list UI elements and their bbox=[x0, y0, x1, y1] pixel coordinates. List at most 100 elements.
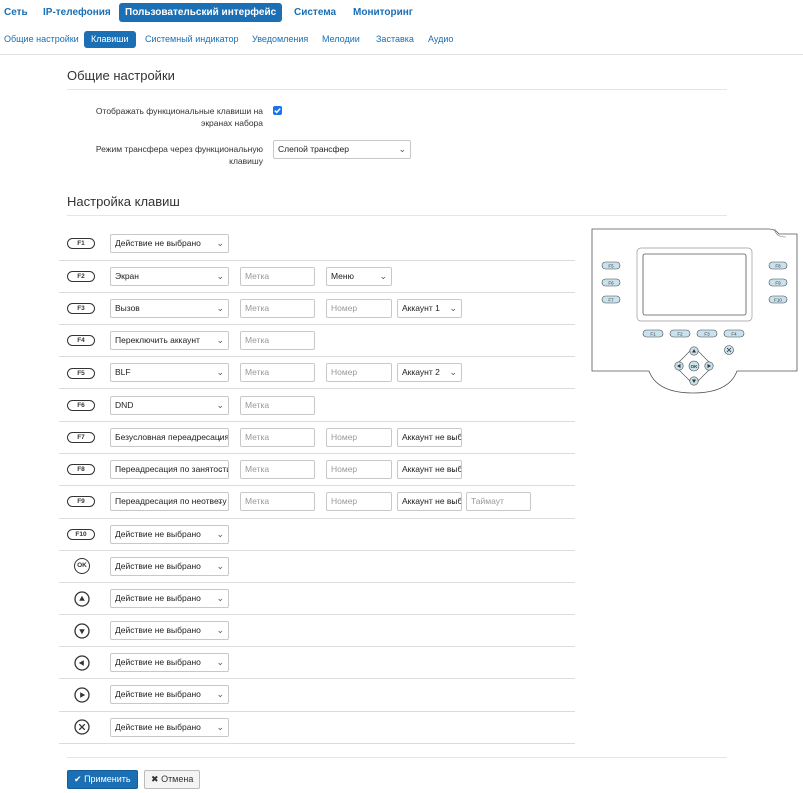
key-f4-label-input[interactable]: Метка bbox=[240, 331, 315, 350]
key-f7-label-input[interactable]: Метка bbox=[240, 428, 315, 447]
chevron-down-icon: ⌄ bbox=[216, 657, 224, 667]
key-settings-title: Настройка клавиш bbox=[67, 194, 180, 209]
key-f2-screen-value: Меню bbox=[331, 271, 354, 281]
chevron-down-icon: ⌄ bbox=[449, 367, 457, 377]
row-divider bbox=[59, 518, 575, 519]
chevron-down-icon: ⌄ bbox=[449, 432, 457, 442]
key-f3-account-select[interactable]: Аккаунт 1 ⌄ bbox=[397, 299, 462, 318]
key-f8-icon: F8 bbox=[67, 464, 95, 475]
chevron-down-icon: ⌄ bbox=[449, 464, 457, 474]
nav-ip-telephony[interactable]: IP-телефония bbox=[39, 3, 115, 22]
key-f6-action-select[interactable]: DND ⌄ bbox=[110, 396, 229, 415]
key-f2-label-input[interactable]: Метка bbox=[240, 267, 315, 286]
key-left-action-select[interactable]: Действие не выбрано ⌄ bbox=[110, 653, 229, 672]
nav-network[interactable]: Сеть bbox=[0, 3, 32, 22]
key-cancel-action-value: Действие не выбрано bbox=[115, 722, 201, 732]
row-divider bbox=[59, 550, 575, 551]
chevron-down-icon: ⌄ bbox=[216, 689, 224, 699]
key-f8-label-input[interactable]: Метка bbox=[240, 460, 315, 479]
key-f7-number-input[interactable]: Номер bbox=[326, 428, 392, 447]
key-right-action-select[interactable]: Действие не выбрано ⌄ bbox=[110, 685, 229, 704]
apply-button[interactable]: ✔ Применить bbox=[67, 770, 138, 789]
row-divider bbox=[59, 678, 575, 679]
svg-text:F6: F6 bbox=[608, 281, 614, 286]
svg-text:F1: F1 bbox=[650, 332, 656, 337]
key-f9-icon: F9 bbox=[67, 496, 95, 507]
nav-user-interface[interactable]: Пользовательский интерфейс bbox=[119, 3, 283, 22]
key-f9-action-select[interactable]: Переадресация по неответу ⌄ bbox=[110, 492, 229, 511]
key-f3-number-input[interactable]: Номер bbox=[326, 299, 392, 318]
tab-notifications[interactable]: Уведомления bbox=[248, 31, 312, 48]
arrow-up-key-icon bbox=[74, 591, 90, 607]
svg-text:F10: F10 bbox=[774, 298, 782, 303]
chevron-down-icon: ⌄ bbox=[216, 464, 224, 474]
nav-system[interactable]: Система bbox=[290, 3, 340, 22]
key-cancel-action-select[interactable]: Действие не выбрано ⌄ bbox=[110, 718, 229, 737]
show-keys-checkbox[interactable] bbox=[273, 106, 282, 115]
key-down-action-select[interactable]: Действие не выбрано ⌄ bbox=[110, 621, 229, 640]
tab-melodies[interactable]: Мелодии bbox=[318, 31, 364, 48]
key-f9-account-select[interactable]: Аккаунт не выбран⌄ bbox=[397, 492, 462, 511]
tab-keys[interactable]: Клавиши bbox=[84, 31, 136, 48]
nav-divider bbox=[0, 54, 803, 55]
key-f8-account-select[interactable]: Аккаунт не выбран⌄ bbox=[397, 460, 462, 479]
tab-audio[interactable]: Аудио bbox=[424, 31, 457, 48]
key-f4-action-select[interactable]: Переключить аккаунт ⌄ bbox=[110, 331, 229, 350]
key-f9-timeout-input[interactable]: Таймаут bbox=[466, 492, 531, 511]
key-f2-screen-select[interactable]: Меню ⌄ bbox=[326, 267, 392, 286]
key-f3-label-input[interactable]: Метка bbox=[240, 299, 315, 318]
key-f5-number-input[interactable]: Номер bbox=[326, 363, 392, 382]
key-f10-action-value: Действие не выбрано bbox=[115, 529, 201, 539]
key-f7-icon: F7 bbox=[67, 432, 95, 443]
tab-system-indicator[interactable]: Системный индикатор bbox=[141, 31, 242, 48]
chevron-down-icon: ⌄ bbox=[216, 561, 224, 571]
key-f5-action-select[interactable]: BLF ⌄ bbox=[110, 363, 229, 382]
key-f2-action-select[interactable]: Экран ⌄ bbox=[110, 267, 229, 286]
key-f8-number-input[interactable]: Номер bbox=[326, 460, 392, 479]
key-f6-icon: F6 bbox=[67, 400, 95, 411]
chevron-down-icon: ⌄ bbox=[449, 303, 457, 313]
svg-text:F2: F2 bbox=[677, 332, 683, 337]
chevron-down-icon: ⌄ bbox=[216, 529, 224, 539]
chevron-down-icon: ⌄ bbox=[216, 432, 224, 442]
nav-monitoring[interactable]: Мониторинг bbox=[349, 3, 417, 22]
apply-button-label: Применить bbox=[84, 774, 131, 784]
svg-text:F5: F5 bbox=[608, 264, 614, 269]
svg-text:F4: F4 bbox=[731, 332, 737, 337]
key-f6-action-value: DND bbox=[115, 400, 134, 410]
row-divider bbox=[59, 711, 575, 712]
key-up-action-select[interactable]: Действие не выбрано ⌄ bbox=[110, 589, 229, 608]
key-f7-action-select[interactable]: Безусловная переадресация ⌄ bbox=[110, 428, 229, 447]
chevron-down-icon: ⌄ bbox=[216, 335, 224, 345]
row-divider bbox=[59, 646, 575, 647]
row-divider bbox=[59, 453, 575, 454]
svg-text:F9: F9 bbox=[775, 281, 781, 286]
tab-screensaver[interactable]: Заставка bbox=[372, 31, 418, 48]
bottom-divider bbox=[67, 757, 727, 758]
key-f1-icon: F1 bbox=[67, 238, 95, 249]
key-ok-action-select[interactable]: Действие не выбрано ⌄ bbox=[110, 557, 229, 576]
row-divider bbox=[59, 324, 575, 325]
key-f9-number-input[interactable]: Номер bbox=[326, 492, 392, 511]
key-f3-account-value: Аккаунт 1 bbox=[402, 303, 440, 313]
key-f9-label-input[interactable]: Метка bbox=[240, 492, 315, 511]
row-divider bbox=[59, 388, 575, 389]
cancel-button[interactable]: ✖ Отмена bbox=[144, 770, 201, 789]
transfer-mode-select[interactable]: Слепой трансфер ⌄ bbox=[273, 140, 411, 159]
general-settings-divider bbox=[67, 89, 727, 90]
key-f7-account-select[interactable]: Аккаунт не выбран⌄ bbox=[397, 428, 462, 447]
key-f6-label-input[interactable]: Метка bbox=[240, 396, 315, 415]
close-icon: ✖ bbox=[151, 774, 159, 784]
key-f3-action-select[interactable]: Вызов ⌄ bbox=[110, 299, 229, 318]
key-f1-action-select[interactable]: Действие не выбрано ⌄ bbox=[110, 234, 229, 253]
key-ok-action-value: Действие не выбрано bbox=[115, 561, 201, 571]
tab-general-settings[interactable]: Общие настройки bbox=[0, 31, 83, 48]
key-f5-label-input[interactable]: Метка bbox=[240, 363, 315, 382]
key-left-action-value: Действие не выбрано bbox=[115, 657, 201, 667]
phone-cancel-key bbox=[724, 345, 734, 355]
check-icon: ✔ bbox=[74, 774, 82, 784]
row-divider bbox=[59, 260, 575, 261]
key-f10-action-select[interactable]: Действие не выбрано ⌄ bbox=[110, 525, 229, 544]
key-f5-account-select[interactable]: Аккаунт 2 ⌄ bbox=[397, 363, 462, 382]
key-f8-action-select[interactable]: Переадресация по занятости ⌄ bbox=[110, 460, 229, 479]
